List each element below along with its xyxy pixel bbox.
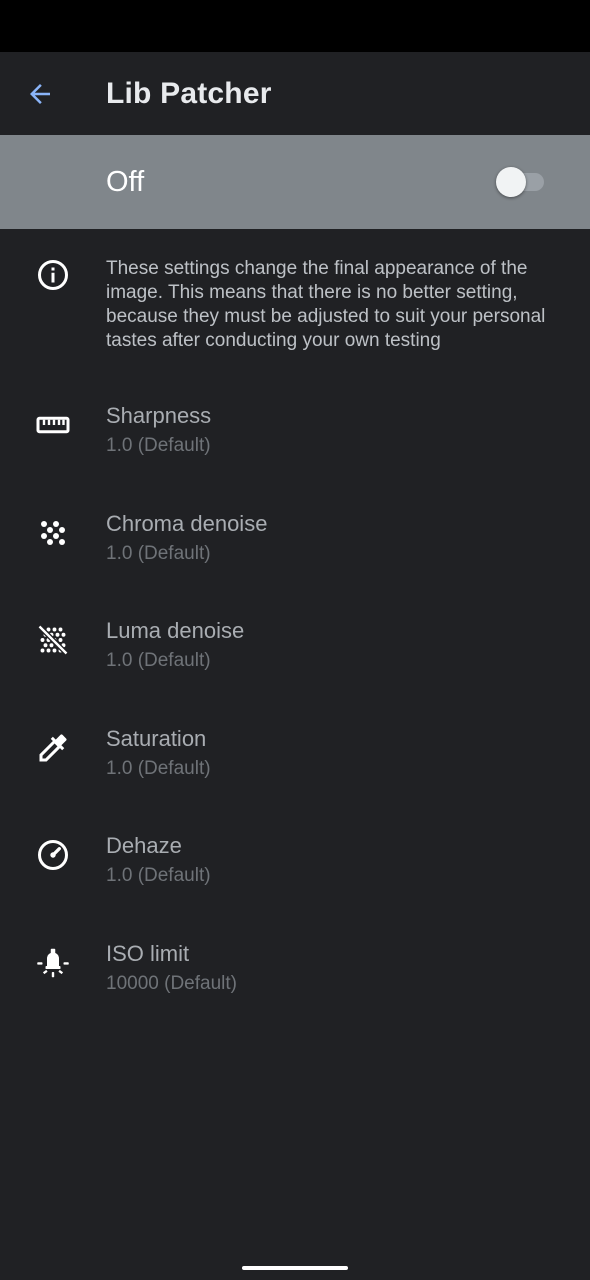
info-section: These settings change the final appearan… <box>0 253 590 363</box>
arrow-back-icon <box>30 84 50 104</box>
pref-title: Dehaze <box>106 833 182 858</box>
gesture-nav-handle[interactable] <box>242 1266 348 1270</box>
page-title: Lib Patcher <box>106 77 272 110</box>
dots-grain-icon <box>35 515 71 551</box>
toggle-thumb[interactable] <box>496 167 526 197</box>
eyedropper-icon <box>35 730 71 766</box>
pref-summary: 1.0 (Default) <box>106 650 211 671</box>
pref-summary: 10000 (Default) <box>106 973 237 994</box>
master-switch-label: Off <box>106 166 145 198</box>
pref-title: Luma denoise <box>106 618 245 643</box>
app-toolbar: Lib Patcher <box>0 52 590 136</box>
pref-summary: 1.0 (Default) <box>106 865 211 886</box>
light-bulb-icon <box>35 945 71 981</box>
pref-summary: 1.0 (Default) <box>106 543 211 564</box>
pref-luma-denoise[interactable]: Luma denoise 1.0 (Default) <box>0 616 590 706</box>
gauge-icon <box>35 837 71 873</box>
info-icon <box>35 257 71 293</box>
master-switch-bar[interactable]: Off <box>0 135 590 229</box>
back-button[interactable] <box>20 74 60 114</box>
info-text: These settings change the final appearan… <box>106 258 546 351</box>
pref-title: Chroma denoise <box>106 511 268 536</box>
pref-summary: 1.0 (Default) <box>106 758 211 779</box>
pref-title: ISO limit <box>106 941 190 966</box>
pref-saturation[interactable]: Saturation 1.0 (Default) <box>0 724 590 814</box>
pref-title: Sharpness <box>106 403 212 428</box>
pref-dehaze[interactable]: Dehaze 1.0 (Default) <box>0 831 590 921</box>
pref-chroma-denoise[interactable]: Chroma denoise 1.0 (Default) <box>0 509 590 599</box>
ruler-icon <box>35 407 71 443</box>
status-bar <box>0 0 590 52</box>
grain-off-icon <box>35 622 71 658</box>
pref-sharpness[interactable]: Sharpness 1.0 (Default) <box>0 401 590 491</box>
pref-summary: 1.0 (Default) <box>106 435 211 456</box>
pref-title: Saturation <box>106 726 207 751</box>
pref-iso-limit[interactable]: ISO limit 10000 (Default) <box>0 939 590 1029</box>
